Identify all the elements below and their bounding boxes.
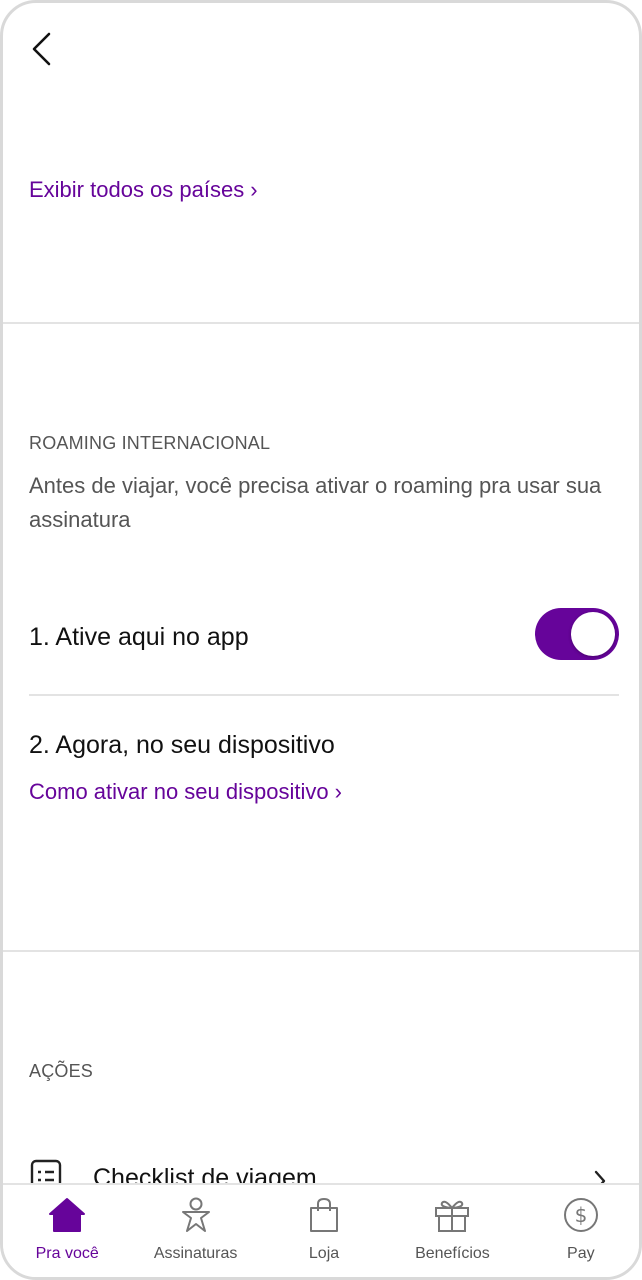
- tab-label: Loja: [308, 1245, 340, 1262]
- bottom-tab-bar: Pra você Assinaturas Loja Benefícios $ P…: [3, 1183, 639, 1277]
- tab-loja[interactable]: Loja: [260, 1185, 388, 1277]
- tab-beneficios[interactable]: Benefícios: [388, 1185, 516, 1277]
- step-divider: [29, 694, 619, 696]
- section-divider: [3, 322, 639, 324]
- tab-label: Pra você: [35, 1245, 99, 1262]
- back-button[interactable]: [21, 29, 61, 69]
- show-all-countries-link[interactable]: Exibir todos os países ›: [29, 177, 258, 203]
- shopping-bag-icon: [310, 1197, 339, 1232]
- gift-icon: [435, 1200, 470, 1232]
- tab-label: Assinaturas: [153, 1245, 238, 1262]
- tab-label: Benefícios: [415, 1245, 490, 1262]
- roaming-description: Antes de viajar, você precisa ativar o r…: [29, 473, 602, 532]
- app-screen: Exibir todos os países › ROAMING INTERNAC…: [0, 0, 642, 1280]
- roaming-section-label: ROAMING INTERNACIONAL: [29, 433, 271, 453]
- dollar-circle-icon: $: [563, 1198, 598, 1232]
- step2-label: 2. Agora, no seu dispositivo: [29, 731, 335, 759]
- chevron-right-icon: ›: [334, 779, 342, 804]
- step1-label: 1. Ative aqui no app: [29, 623, 249, 651]
- tab-label: Pay: [567, 1245, 595, 1262]
- chevron-left-icon: [32, 32, 51, 66]
- section-divider: [3, 950, 639, 952]
- chevron-right-icon: ›: [250, 177, 258, 202]
- person-icon: [181, 1197, 210, 1232]
- home-icon: [49, 1198, 86, 1232]
- show-all-countries-label: Exibir todos os países: [29, 177, 245, 202]
- tab-pay[interactable]: $ Pay: [517, 1185, 639, 1277]
- toggle-knob: [571, 612, 615, 656]
- how-to-activate-label: Como ativar no seu dispositivo: [29, 779, 329, 804]
- svg-text:$: $: [574, 1203, 587, 1227]
- how-to-activate-link[interactable]: Como ativar no seu dispositivo ›: [29, 779, 342, 805]
- tab-assinaturas[interactable]: Assinaturas: [131, 1185, 259, 1277]
- actions-section-label: AÇÕES: [29, 1061, 94, 1081]
- roaming-toggle[interactable]: [535, 608, 619, 660]
- tab-pra-voce[interactable]: Pra você: [3, 1185, 131, 1277]
